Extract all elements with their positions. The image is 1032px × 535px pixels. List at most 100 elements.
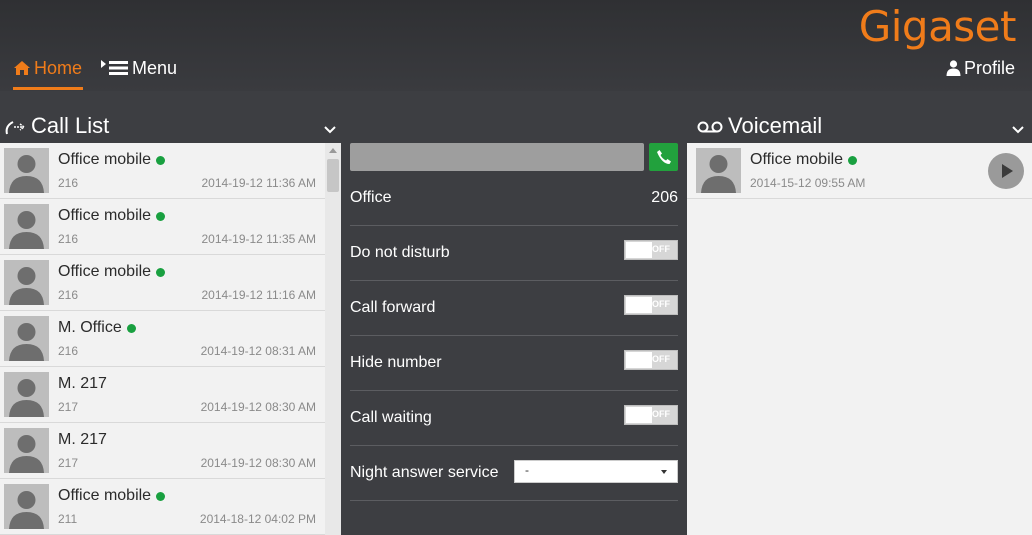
user-icon	[946, 60, 961, 76]
call-list-item[interactable]: M. Office 216 2014-19-12 08:31 AM	[0, 311, 325, 367]
caller-name: Office mobile	[58, 207, 152, 224]
call-waiting-label: Call waiting	[350, 409, 432, 426]
gigaset-logo: Gigaset	[858, 2, 1017, 51]
caret-icon	[101, 60, 106, 68]
do-not-disturb-label: Do not disturb	[350, 244, 450, 261]
phone-icon	[656, 150, 671, 164]
call-timestamp: 2014-19-12 08:30 AM	[200, 400, 316, 414]
avatar	[4, 372, 49, 417]
caller-name: M. Office	[58, 319, 122, 336]
night-answer-value: -	[525, 463, 529, 477]
call-list-item[interactable]: Office mobile 216 2014-19-12 11:35 AM	[0, 199, 325, 255]
person-placeholder-icon	[9, 323, 44, 361]
caller-name: Office mobile	[750, 151, 844, 168]
call-list-item[interactable]: M. 217 217 2014-19-12 08:30 AM	[0, 423, 325, 479]
toggle-state: OFF	[652, 409, 670, 419]
night-answer-select[interactable]: -	[514, 460, 678, 483]
caller: Office mobile	[58, 487, 166, 505]
avatar	[4, 148, 49, 193]
online-status-dot	[126, 323, 136, 333]
chevron-down-icon[interactable]	[324, 124, 336, 136]
call-timestamp: 2014-19-12 08:30 AM	[200, 456, 316, 470]
person-placeholder-icon	[9, 267, 44, 305]
scroll-thumb[interactable]	[327, 159, 339, 192]
avatar	[4, 428, 49, 473]
night-answer-row: Night answer service -	[350, 446, 678, 501]
call-forward-label: Call forward	[350, 299, 436, 316]
caller: M. 217	[58, 431, 107, 449]
person-placeholder-icon	[9, 379, 44, 417]
toggle-state: OFF	[652, 354, 670, 364]
office-label: Office	[350, 189, 392, 206]
person-placeholder-icon	[9, 491, 44, 529]
home-icon	[14, 61, 30, 75]
call-list-item[interactable]: Office mobile 216 2014-19-12 11:36 AM	[0, 143, 325, 199]
call-timestamp: 2014-18-12 04:02 PM	[199, 512, 316, 526]
person-placeholder-icon	[9, 435, 44, 473]
voicemail-time: 2014-15-12 09:55 AM	[750, 176, 866, 190]
hamburger-icon	[109, 61, 128, 75]
do-not-disturb-toggle[interactable]: OFF	[624, 240, 678, 260]
call-list-item[interactable]: Office mobile 211 2014-18-12 04:02 PM	[0, 479, 325, 535]
play-button[interactable]	[988, 153, 1024, 189]
nav-home-label: Home	[34, 58, 83, 78]
office-extension: 206	[651, 189, 678, 206]
chevron-down-icon[interactable]	[1012, 124, 1024, 136]
caller-number: 216	[58, 288, 79, 302]
avatar	[4, 316, 49, 361]
play-icon	[1002, 164, 1013, 178]
call-list-icon	[5, 121, 26, 135]
call-timestamp: 2014-19-12 08:31 AM	[200, 344, 316, 358]
top-bar: Gigaset Home Menu Profile	[0, 0, 1032, 91]
hide-number-label: Hide number	[350, 354, 442, 371]
toggle-state: OFF	[652, 244, 670, 254]
caller-number: 217	[58, 400, 79, 414]
avatar	[4, 484, 49, 529]
nav-home-tab[interactable]: Home	[13, 58, 83, 90]
avatar	[4, 260, 49, 305]
online-status-dot	[156, 211, 166, 221]
online-status-dot	[848, 155, 858, 165]
caller-number: 211	[58, 512, 78, 526]
call-forward-row: Call forward OFF	[350, 281, 678, 336]
voicemail-title: Voicemail	[728, 113, 823, 138]
office-row: Office 206	[350, 171, 678, 226]
person-placeholder-icon	[9, 155, 44, 193]
caller-number: 216	[58, 176, 79, 190]
call-waiting-row: Call waiting OFF	[350, 391, 678, 446]
caller: M. 217	[58, 375, 107, 393]
person-placeholder-icon	[9, 211, 44, 249]
call-list-header: Call List	[4, 91, 340, 143]
call-list-scrollbar[interactable]	[325, 143, 341, 535]
scroll-up-arrow[interactable]	[329, 148, 337, 153]
voicemail-list: Office mobile 2014-15-12 09:55 AM	[687, 143, 1032, 535]
voicemail-header: Voicemail	[697, 91, 1032, 143]
dial-number-input[interactable]	[350, 143, 644, 171]
call-list-item[interactable]: Office mobile 216 2014-19-12 11:16 AM	[0, 255, 325, 311]
hide-number-toggle[interactable]: OFF	[624, 350, 678, 370]
call-waiting-toggle[interactable]: OFF	[624, 405, 678, 425]
person-placeholder-icon	[701, 155, 736, 193]
nav-menu-button[interactable]: Menu	[101, 58, 177, 79]
online-status-dot	[156, 267, 166, 277]
do-not-disturb-row: Do not disturb OFF	[350, 226, 678, 281]
avatar	[696, 148, 741, 193]
caller-name: M. 217	[58, 375, 107, 392]
dropdown-arrow-icon	[661, 470, 667, 474]
caller-number: 216	[58, 344, 79, 358]
call-forward-toggle[interactable]: OFF	[624, 295, 678, 315]
online-status-dot	[156, 491, 166, 501]
voicemail-caller: Office mobile	[750, 151, 858, 169]
hide-number-row: Hide number OFF	[350, 336, 678, 391]
dial-call-button[interactable]	[649, 143, 678, 171]
phone-settings-panel: Office 206 Do not disturb OFF Call forwa…	[341, 143, 687, 535]
avatar	[4, 204, 49, 249]
caller: M. Office	[58, 319, 136, 337]
voicemail-icon	[697, 121, 723, 133]
nav-profile-button[interactable]: Profile	[946, 58, 1015, 79]
nav-menu-label: Menu	[132, 58, 178, 78]
caller-number: 216	[58, 232, 79, 246]
caller-name: M. 217	[58, 431, 107, 448]
voicemail-item[interactable]: Office mobile 2014-15-12 09:55 AM	[687, 143, 1032, 199]
call-list-item[interactable]: M. 217 217 2014-19-12 08:30 AM	[0, 367, 325, 423]
